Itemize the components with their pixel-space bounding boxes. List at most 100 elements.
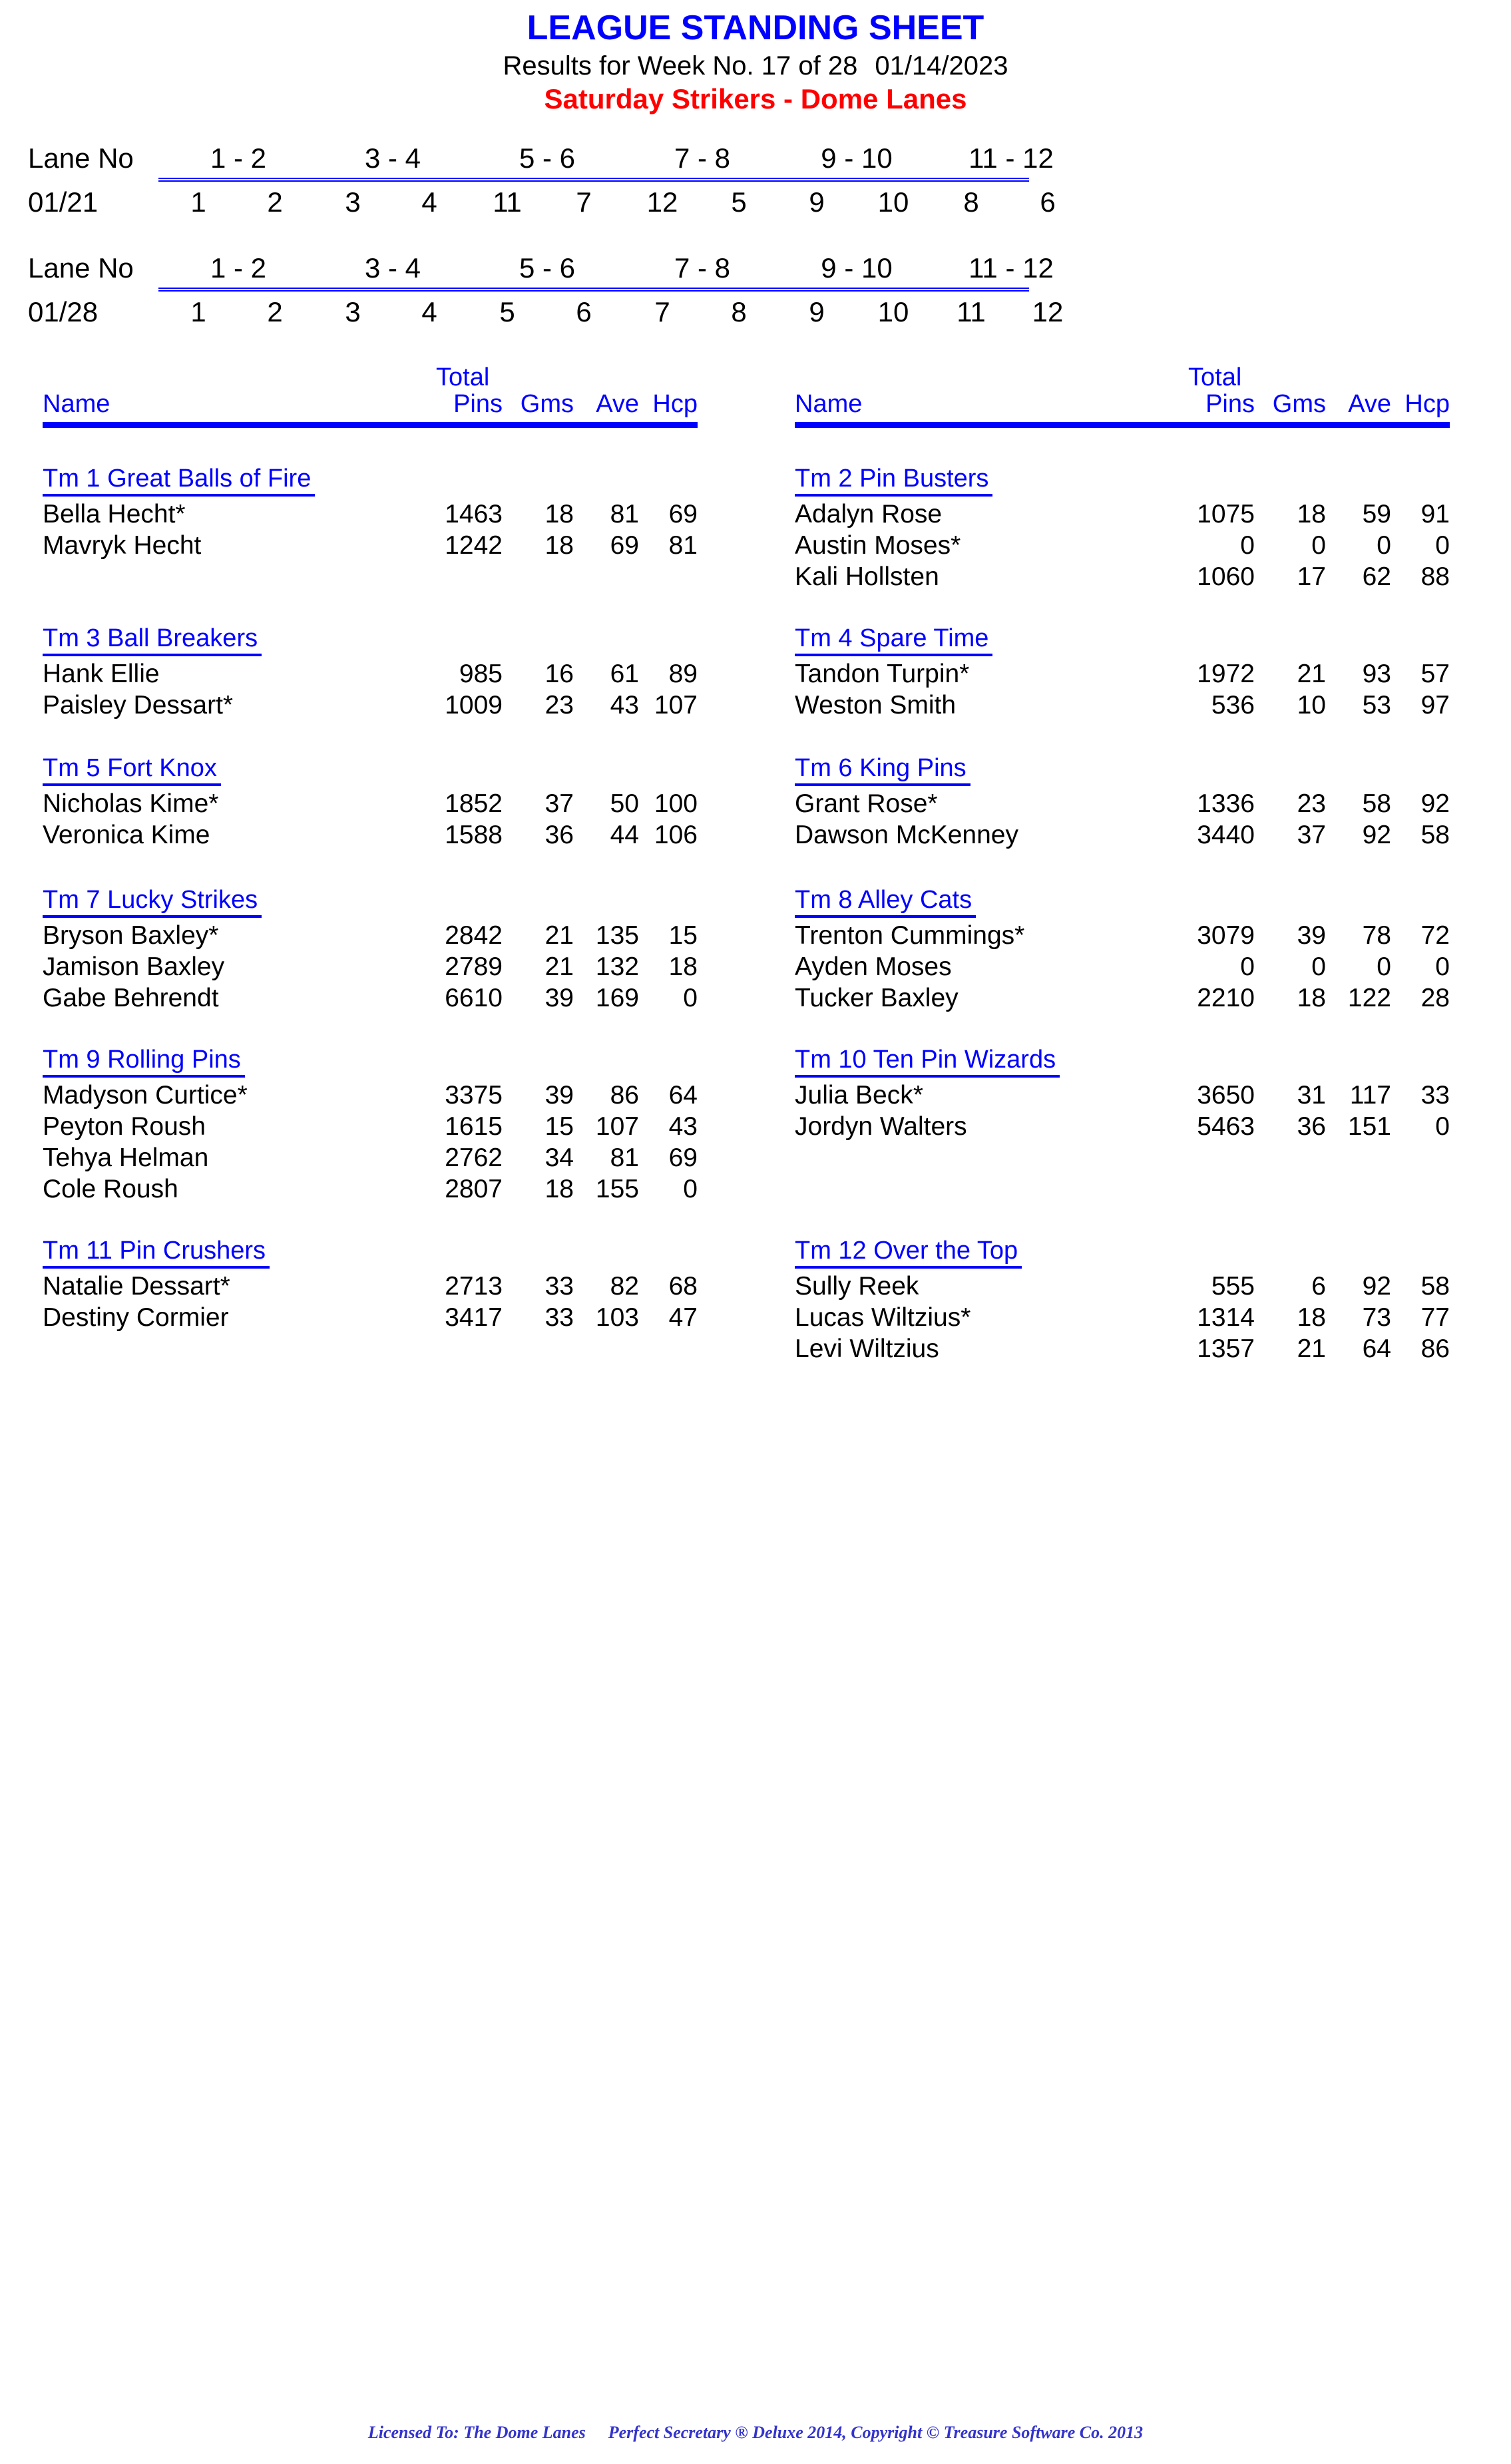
roster-column-header: Total Name Pins Gms Ave Hcp — [0, 365, 759, 438]
player-hcp: 106 — [654, 821, 698, 849]
player-row: Lucas Wiltzius* 1314 18 73 77 — [752, 1302, 1511, 1333]
page-title: LEAGUE STANDING SHEET — [527, 9, 984, 47]
player-hcp: 72 — [1420, 921, 1450, 950]
team-name-underline — [43, 1075, 245, 1078]
player-row: Nicholas Kime* 1852 37 50 100 — [0, 788, 759, 819]
player-row: Julia Beck* 3650 31 117 33 — [752, 1080, 1511, 1111]
lane-team-number: 10 — [877, 296, 909, 327]
player-row: Ayden Moses 0 0 0 0 — [752, 951, 1511, 982]
lane-team-number: 3 — [345, 186, 361, 218]
player-row: Levi Wiltzius 1357 21 64 86 — [752, 1333, 1511, 1364]
lane-no-label: Lane No — [28, 142, 134, 174]
player-name: Kali Hollsten — [795, 562, 939, 591]
player-hcp: 0 — [1435, 1112, 1450, 1141]
team-name[interactable]: Tm 6 King Pins — [795, 755, 967, 781]
column-header-pins: Pins — [1205, 390, 1255, 418]
team-name[interactable]: Tm 4 Spare Time — [795, 626, 988, 651]
player-row: Trenton Cummings* 3079 39 78 72 — [752, 920, 1511, 951]
team-name-underline — [795, 654, 993, 656]
team-name[interactable]: Tm 3 Ball Breakers — [43, 626, 258, 651]
player-hcp: 28 — [1420, 984, 1450, 1012]
player-row: Natalie Dessart* 2713 33 82 68 — [0, 1271, 759, 1302]
player-name: Natalie Dessart* — [43, 1272, 230, 1301]
player-hcp: 107 — [654, 691, 698, 719]
player-name: Dawson McKenney — [795, 821, 1018, 849]
player-name: Madyson Curtice* — [43, 1081, 248, 1110]
player-row: Veronica Kime 1588 36 44 106 — [0, 819, 759, 851]
player-name: Julia Beck* — [795, 1081, 923, 1110]
player-hcp: 92 — [1420, 789, 1450, 818]
team-name-underline — [43, 915, 262, 918]
player-hcp: 43 — [668, 1112, 698, 1141]
player-row: Peyton Roush 1615 15 107 43 — [0, 1111, 759, 1142]
lane-header-row: Lane No 1 - 2 3 - 4 5 - 6 7 - 8 9 - 10 11 - 12 — [0, 253, 1511, 284]
lane-team-number: 11 — [957, 296, 986, 327]
player-hcp: 0 — [1435, 952, 1450, 981]
lane-pair: 5 - 6 — [519, 142, 576, 174]
footer-software-copyright: Perfect Secretary ® Deluxe 2014, Copyrig… — [608, 2423, 1144, 2442]
team-name-underline — [795, 915, 976, 918]
results-subtitle: Results for Week No. 17 of 28 01/14/2023 — [0, 45, 1511, 79]
lane-week-date: 01/21 — [28, 186, 99, 218]
team-name[interactable]: Tm 1 Great Balls of Fire — [43, 466, 311, 491]
player-hcp: 69 — [668, 1143, 698, 1172]
lane-team-number: 8 — [963, 186, 979, 218]
lane-schedule-block: Lane No 1 - 2 3 - 4 5 - 6 7 - 8 9 - 10 11 - 12… — [0, 142, 1511, 218]
lane-pair: 11 - 12 — [969, 252, 1054, 284]
lane-team-number: 2 — [267, 296, 283, 327]
player-hcp: 0 — [683, 1175, 698, 1203]
player-hcp: 88 — [1420, 562, 1450, 591]
team-name-underline — [43, 783, 221, 786]
lane-team-number: 9 — [809, 296, 825, 327]
team-name[interactable]: Tm 5 Fort Knox — [43, 755, 217, 781]
player-row: Paisley Dessart* 1009 23 43 107 — [0, 690, 759, 721]
player-hcp: 18 — [668, 952, 698, 981]
lane-pair: 7 - 8 — [674, 252, 731, 284]
player-row: Tehya Helman 2762 34 81 69 — [0, 1142, 759, 1173]
team-name[interactable]: Tm 12 Over the Top — [795, 1238, 1018, 1263]
player-row: Bryson Baxley* 2842 21 135 15 — [0, 920, 759, 951]
lane-divider-rule — [158, 176, 1029, 183]
player-hcp: 77 — [1420, 1303, 1450, 1332]
column-header-ave: Ave — [1348, 390, 1391, 418]
lane-pair: 7 - 8 — [674, 142, 731, 174]
player-row: Jordyn Walters 5463 36 151 0 — [752, 1111, 1511, 1142]
lane-pair: 11 - 12 — [969, 142, 1054, 174]
lane-assignment-row: 01/28 1 2 3 4 5 6 7 8 9 10 11 12 — [0, 297, 1511, 327]
player-name: Hank Ellie — [43, 660, 160, 688]
player-hcp: 64 — [668, 1081, 698, 1110]
player-row: Gabe Behrendt 6610 39 169 0 — [0, 982, 759, 1014]
player-hcp: 58 — [1420, 1272, 1450, 1301]
lane-team-number: 6 — [576, 296, 592, 327]
player-name: Mavryk Hecht — [43, 531, 202, 560]
team-name-underline — [795, 783, 971, 786]
lane-no-label: Lane No — [28, 252, 134, 284]
lane-team-number: 10 — [877, 186, 909, 218]
player-row: Sully Reek 555 6 92 58 — [752, 1271, 1511, 1302]
player-name: Weston Smith — [795, 691, 957, 719]
team-name[interactable]: Tm 7 Lucky Strikes — [43, 887, 258, 913]
column-header-name: Name — [43, 390, 110, 418]
lane-team-number: 9 — [809, 186, 825, 218]
player-hcp: 86 — [1420, 1335, 1450, 1363]
player-row: Kali Hollsten 1060 17 62 88 — [752, 561, 1511, 592]
team-name-underline — [795, 494, 993, 497]
player-name: Peyton Roush — [43, 1112, 206, 1141]
results-week-text: Results for Week No. 17 of 28 — [503, 51, 858, 81]
player-row: Grant Rose* 1336 23 58 92 — [752, 788, 1511, 819]
column-header-ave: Ave — [596, 390, 639, 418]
team-name[interactable]: Tm 10 Ten Pin Wizards — [795, 1047, 1056, 1072]
player-row: Bella Hecht* 1463 18 81 69 — [0, 499, 759, 530]
sheet-header: LEAGUE STANDING SHEET Results for Week N… — [0, 0, 1511, 113]
roster-column-header: Total Name Pins Gms Ave Hcp — [752, 365, 1511, 438]
column-header-hcp: Hcp — [1404, 390, 1450, 418]
player-name: Adalyn Rose — [795, 500, 943, 528]
team-name[interactable]: Tm 8 Alley Cats — [795, 887, 972, 913]
team-name[interactable]: Tm 2 Pin Busters — [795, 466, 988, 491]
player-name: Bella Hecht* — [43, 500, 186, 528]
player-name: Paisley Dessart* — [43, 691, 234, 719]
lane-pair: 5 - 6 — [519, 252, 576, 284]
team-name[interactable]: Tm 9 Rolling Pins — [43, 1047, 241, 1072]
team-name[interactable]: Tm 11 Pin Crushers — [43, 1238, 266, 1263]
player-name: Grant Rose* — [795, 789, 938, 818]
